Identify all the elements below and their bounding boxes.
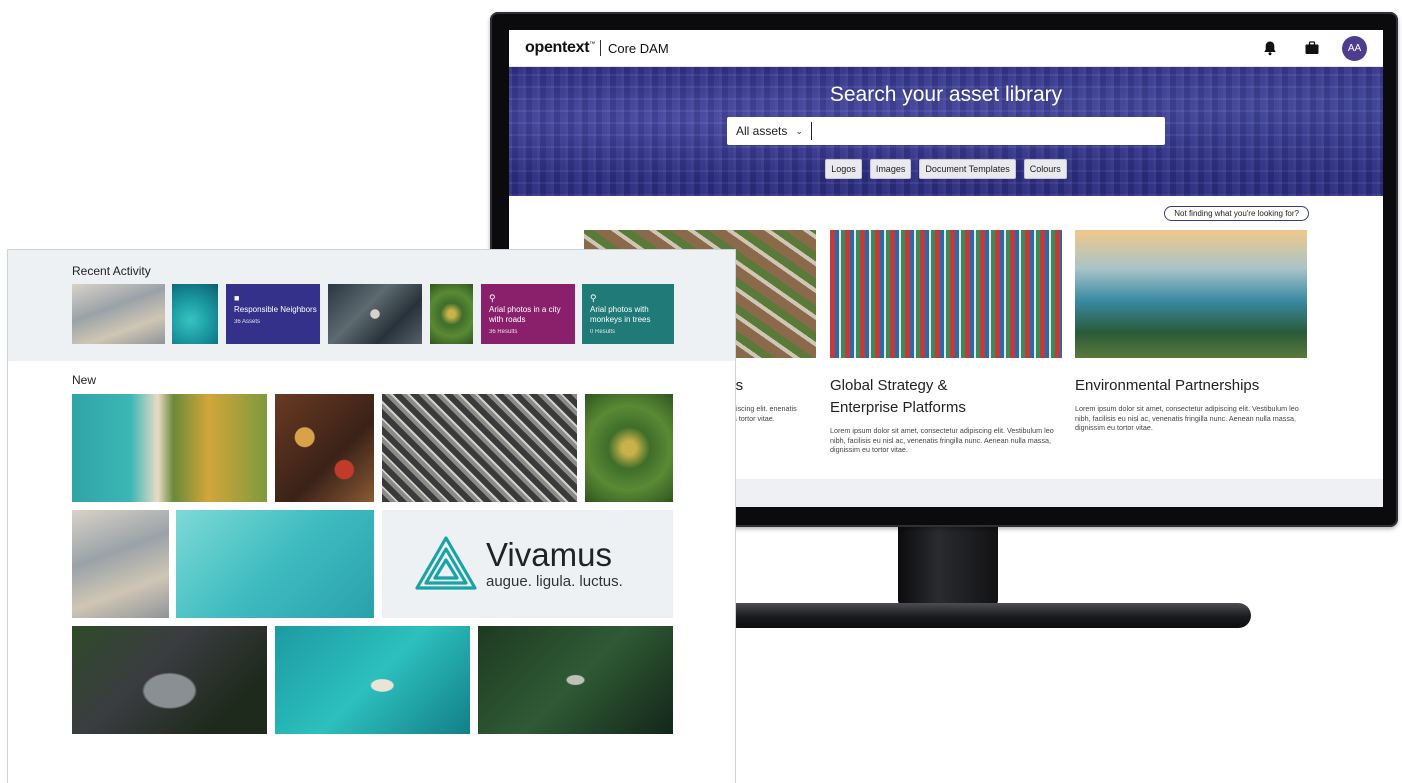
recent-search-tile[interactable]: ⚲ Arial photos with monkeys in trees 0 R… [582, 284, 674, 344]
brand-divider [599, 40, 601, 56]
card-image [1075, 230, 1307, 358]
bell-icon[interactable] [1262, 40, 1278, 56]
tile-count: 36 Results [489, 329, 518, 335]
recent-collection-tile[interactable]: ■ Responsible Neighbors 36 Assets [226, 284, 320, 344]
card-description: Lorem ipsum dolor sit amet, consectetur … [1075, 404, 1299, 432]
search-icon: ⚲ [590, 293, 597, 303]
new-asset-thumbnail[interactable] [275, 626, 470, 734]
recent-asset-thumbnail[interactable] [328, 284, 422, 344]
brand-tile-title: Vivamus [486, 536, 612, 573]
card-image [830, 230, 1062, 358]
chip-images[interactable]: Images [869, 159, 912, 179]
chip-colours[interactable]: Colours [1023, 159, 1067, 179]
recent-asset-thumbnail[interactable] [430, 284, 473, 344]
chip-document-templates[interactable]: Document Templates [919, 159, 1016, 179]
tile-title: Arial photos with monkeys in trees [590, 305, 651, 324]
monitor-stand-base [735, 603, 1251, 628]
tile-title: Responsible Neighbors [234, 305, 317, 314]
card-title: Environmental Partnerships [1075, 377, 1260, 394]
new-asset-thumbnail[interactable] [382, 394, 577, 502]
collection-card-global-strategy[interactable]: Global Strategy & Enterprise Platforms Lo… [830, 230, 1062, 455]
new-heading: New [72, 373, 97, 387]
card-title: Global Strategy & Enterprise Platforms [830, 377, 966, 416]
recent-activity-heading: Recent Activity [72, 264, 151, 278]
dam-home-panel: Recent Activity ■ Responsible Neighbors … [7, 249, 736, 783]
product-name: Core DAM [607, 40, 669, 56]
briefcase-icon[interactable] [1304, 40, 1320, 56]
new-asset-thumbnail[interactable] [72, 626, 267, 734]
new-asset-thumbnail[interactable] [585, 394, 673, 502]
vivamus-logo-icon [415, 536, 477, 590]
recent-asset-thumbnail[interactable] [72, 284, 165, 344]
search-input[interactable] [815, 124, 1165, 138]
chevron-down-icon: ⌄ [795, 125, 803, 136]
asset-scope-select[interactable]: All assets ⌄ [736, 124, 811, 138]
recent-asset-thumbnail[interactable] [172, 284, 218, 344]
app-bar: opentext™ Core DAM AA [509, 30, 1383, 67]
monitor-stand-neck [898, 522, 998, 608]
card-description: Lorem ipsum dolor sit amet, consectetur … [830, 426, 1054, 454]
new-asset-thumbnail[interactable] [176, 510, 374, 618]
folder-icon: ■ [234, 293, 240, 303]
recent-search-tile[interactable]: ⚲ Arial photos in a city with roads 36 R… [481, 284, 575, 344]
tile-title: Arial photos in a city with roads [489, 305, 561, 324]
user-avatar[interactable]: AA [1342, 35, 1367, 61]
new-asset-thumbnail[interactable] [478, 626, 673, 734]
brand-tile-tagline: augue. ligula. luctus. [486, 573, 623, 590]
search-icon: ⚲ [489, 293, 496, 303]
search-bar: All assets ⌄ [727, 117, 1165, 145]
not-finding-help-button[interactable]: Not finding what you're looking for? [1164, 206, 1309, 221]
quick-filter-chips: Logos Images Document Templates Colours [509, 159, 1383, 179]
new-asset-thumbnail[interactable] [275, 394, 374, 502]
brand-logo-asset-tile[interactable]: Vivamus augue. ligula. luctus. [382, 510, 673, 618]
new-asset-thumbnail[interactable] [72, 510, 169, 618]
tile-count: 36 Assets [234, 319, 261, 325]
text-cursor [810, 122, 812, 140]
new-asset-thumbnail[interactable] [72, 394, 267, 502]
collection-card-environmental[interactable]: Environmental Partnerships Lorem ipsum d… [1075, 230, 1307, 433]
chip-logos[interactable]: Logos [825, 159, 862, 179]
tile-count: 0 Results [590, 329, 616, 335]
search-hero: Search your asset library All assets ⌄ L… [509, 67, 1383, 196]
opentext-logo[interactable]: opentext™ [525, 39, 595, 57]
hero-title: Search your asset library [829, 83, 1063, 106]
